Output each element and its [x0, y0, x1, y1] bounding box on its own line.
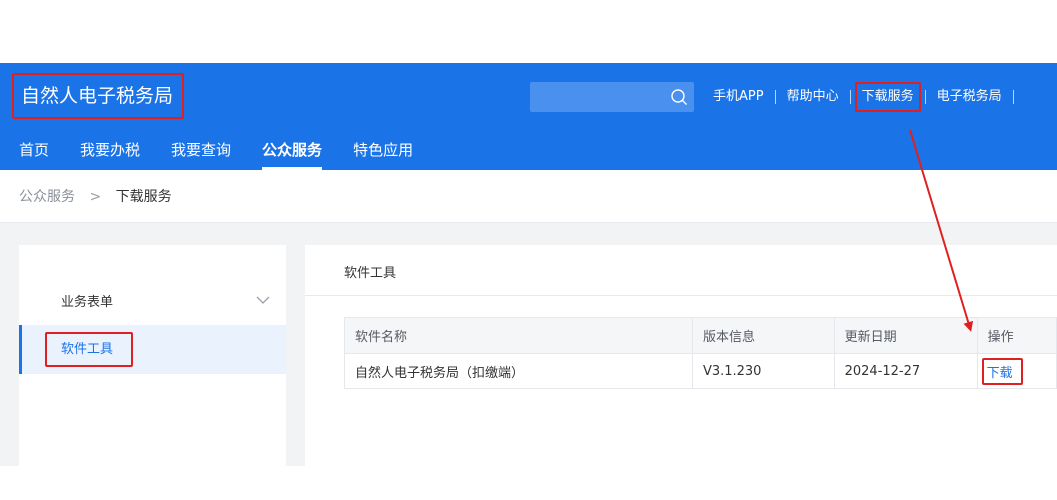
column-header-version: 版本信息: [691, 317, 835, 354]
sidebar-group-forms[interactable]: 业务表单: [19, 285, 286, 319]
top-links: 手机APP 帮助中心 下载服务 电子税务局: [702, 82, 1014, 112]
column-header-date: 更新日期: [833, 317, 978, 354]
sidebar-group-label: 业务表单: [61, 295, 114, 310]
nav-home[interactable]: 首页: [0, 135, 61, 170]
section-divider: [305, 295, 1057, 296]
link-mobile-app[interactable]: 手机APP: [702, 84, 775, 110]
site-logo[interactable]: 自然人电子税务局: [12, 73, 184, 119]
cell-action: 下载: [976, 353, 1057, 389]
cell-version: V3.1.230: [691, 353, 835, 389]
top-margin: [0, 0, 1057, 63]
site-header: 自然人电子税务局 手机APP 帮助中心 下载服务 电子税务局 首页 我要办税 我…: [0, 63, 1057, 170]
breadcrumb-current: 下载服务: [115, 189, 172, 205]
table-row: 自然人电子税务局（扣缴端） V3.1.230 2024-12-27 下载: [344, 353, 1057, 389]
breadcrumb-parent[interactable]: 公众服务: [19, 189, 75, 205]
link-download-service[interactable]: 下载服务: [854, 82, 921, 112]
column-header-action: 操作: [976, 317, 1057, 354]
bottom-margin: [0, 466, 1057, 500]
cell-update-date: 2024-12-27: [833, 353, 978, 389]
cell-software-name: 自然人电子税务局（扣缴端）: [344, 353, 693, 389]
link-separator: [849, 90, 851, 104]
breadcrumb-bar: 公众服务 > 下载服务: [0, 170, 1057, 223]
sidebar-item-label: 软件工具: [45, 332, 133, 367]
nav-tax-filing[interactable]: 我要办税: [61, 135, 152, 170]
breadcrumb: 公众服务 > 下载服务: [19, 186, 172, 206]
sidebar: 业务表单 软件工具: [19, 245, 286, 466]
chevron-down-icon[interactable]: [256, 293, 270, 307]
column-header-name: 软件名称: [344, 317, 693, 354]
main-nav: 首页 我要办税 我要查询 公众服务 特色应用: [0, 135, 425, 170]
main-panel: 软件工具 软件名称 版本信息 更新日期 操作 自然人电子税务局（扣缴端） V3.…: [305, 245, 1057, 466]
software-table: 软件名称 版本信息 更新日期 操作 自然人电子税务局（扣缴端） V3.1.230…: [344, 317, 1057, 389]
table-header-row: 软件名称 版本信息 更新日期 操作: [344, 317, 1057, 354]
nav-public-service[interactable]: 公众服务: [243, 135, 334, 170]
link-help-center[interactable]: 帮助中心: [776, 84, 850, 110]
search-box[interactable]: [530, 82, 694, 112]
section-title: 软件工具: [344, 266, 397, 281]
nav-featured-apps[interactable]: 特色应用: [334, 135, 425, 170]
link-separator: [1012, 90, 1014, 104]
sidebar-item-software-tools[interactable]: 软件工具: [19, 325, 286, 374]
breadcrumb-separator: >: [89, 189, 102, 205]
search-icon[interactable]: [670, 88, 688, 106]
link-e-tax-bureau[interactable]: 电子税务局: [926, 84, 1013, 110]
nav-query[interactable]: 我要查询: [152, 135, 243, 170]
download-link[interactable]: 下载: [981, 357, 1023, 385]
